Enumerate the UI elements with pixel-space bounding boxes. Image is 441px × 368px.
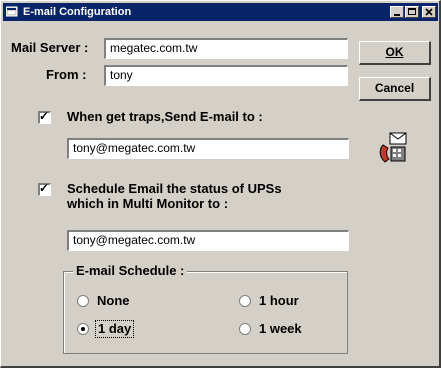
trap-email-input[interactable]: tony@megatec.com.tw [67,138,349,159]
from-label: From : [46,67,87,82]
from-input[interactable]: tony [104,65,348,86]
send-on-trap-checkbox[interactable]: ✓ [38,109,51,124]
maximize-icon [408,8,416,15]
radio-1-hour-label: 1 hour [259,293,299,308]
send-on-trap-label: When get traps,Send E-mail to : [67,109,263,124]
radio-none-label: None [97,293,130,308]
email-configuration-dialog: E-mail Configuration Mail Server : megat… [0,0,441,368]
schedule-email-checkbox[interactable]: ✓ [38,181,51,196]
checkmark-icon: ✓ [39,109,50,123]
checkmark-icon: ✓ [39,181,50,195]
cancel-button[interactable]: Cancel [359,77,431,101]
schedule-email-label-line1: Schedule Email the status of UPSs [67,181,282,196]
mail-server-input[interactable]: megatec.com.tw [104,38,348,59]
close-icon [425,8,433,16]
radio-none[interactable] [77,295,89,307]
title-bar[interactable]: E-mail Configuration [3,3,438,21]
radio-1-week[interactable] [239,323,251,335]
minimize-button[interactable] [390,6,404,18]
window-title: E-mail Configuration [23,6,132,18]
radio-1-hour[interactable] [239,295,251,307]
app-window-icon [6,6,18,17]
radio-1-day-label: 1 day [95,320,135,338]
email-schedule-title: E-mail Schedule : [73,263,188,279]
email-schedule-group [63,271,348,354]
close-button[interactable] [422,6,436,18]
radio-1-day[interactable] [77,323,89,335]
radio-1-week-label: 1 week [259,321,302,336]
schedule-email-label-line2: which in Multi Monitor to : [67,196,229,211]
ok-button[interactable]: OK [359,41,431,65]
mail-phone-icon [379,132,407,163]
schedule-email-input[interactable]: tony@megatec.com.tw [67,230,349,251]
radio-selected-dot [81,327,85,331]
mail-server-label: Mail Server : [11,40,89,55]
minimize-icon [394,14,400,16]
maximize-button[interactable] [405,6,419,18]
